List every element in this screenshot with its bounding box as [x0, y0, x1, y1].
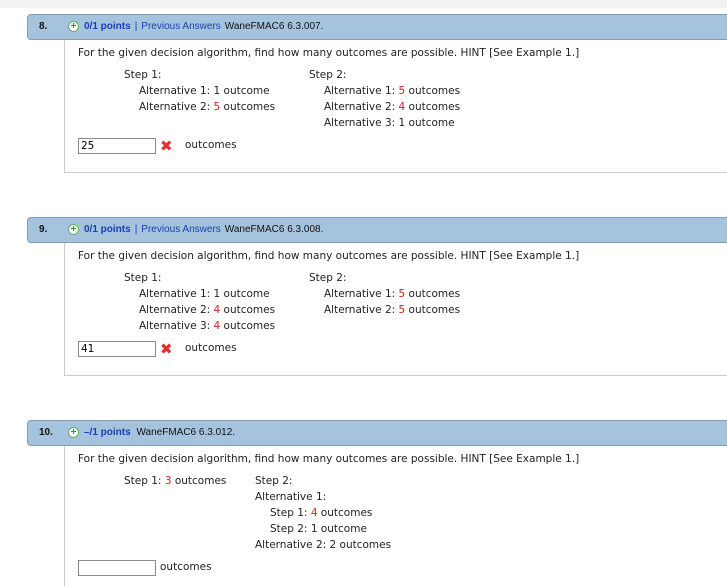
incorrect-x-icon: ✖ [160, 137, 173, 155]
alternative-row: Alternative 3: 1 outcome [324, 117, 455, 129]
alternative-row: Alternative 2: 4 outcomes [324, 101, 461, 113]
separator: | [134, 21, 138, 32]
question-header: 9. + 0/1 points | Previous Answers WaneFMAC… [27, 217, 727, 243]
unit-label: outcomes [160, 561, 212, 573]
question-number: 9. [39, 224, 48, 235]
prompt: For the given decision algorithm, find h… [78, 453, 580, 465]
question-body: For the given decision algorithm, find h… [64, 40, 727, 173]
answer-input[interactable] [78, 560, 156, 576]
alternative-row: Alternative 2: 4 outcomes [139, 304, 276, 316]
step-1-label: Step 1: [124, 272, 162, 284]
question-number: 8. [39, 21, 48, 32]
question-header: 10. + –/1 points WaneFMAC6 6.3.012. [27, 420, 727, 446]
top-bar [0, 0, 727, 8]
incorrect-x-icon: ✖ [160, 340, 173, 358]
step-1: Step 1: 3 outcomes [124, 475, 227, 487]
question-header: 8. + 0/1 points | Previous Answers WaneFMAC… [27, 14, 727, 40]
step-1-label: Step 1: [124, 69, 162, 81]
alternative-2: Alternative 2: 2 outcomes [255, 539, 392, 551]
alternative-row: Alternative 1: 1 outcome [139, 85, 270, 97]
unit-label: outcomes [185, 139, 237, 151]
prompt: For the given decision algorithm, find h… [78, 47, 580, 59]
alternative-row: Step 1: 4 outcomes [270, 507, 373, 519]
previous-answers-link[interactable]: Previous Answers [141, 21, 220, 32]
alternative-row: Alternative 2: 5 outcomes [324, 304, 461, 316]
question-body: For the given decision algorithm, find h… [64, 243, 727, 376]
source: WaneFMAC6 6.3.007. [224, 21, 324, 32]
alternative-1-label: Alternative 1: [255, 491, 327, 503]
alternative-row: Alternative 1: 5 outcomes [324, 85, 461, 97]
expand-plus-icon[interactable]: + [68, 21, 79, 32]
question-number: 10. [39, 427, 53, 438]
points: 0/1 points [84, 21, 131, 32]
source: WaneFMAC6 6.3.008. [224, 224, 324, 235]
alternative-row: Alternative 1: 5 outcomes [324, 288, 461, 300]
step-2-label: Step 2: [309, 69, 347, 81]
expand-plus-icon[interactable]: + [68, 427, 79, 438]
alternative-row: Alternative 1: 1 outcome [139, 288, 270, 300]
points: –/1 points [84, 427, 131, 438]
step-2-label: Step 2: [255, 475, 293, 487]
question-body: For the given decision algorithm, find h… [64, 446, 727, 586]
previous-answers-link[interactable]: Previous Answers [141, 224, 220, 235]
source: WaneFMAC6 6.3.012. [136, 427, 236, 438]
points: 0/1 points [84, 224, 131, 235]
separator: | [134, 224, 138, 235]
step-2-label: Step 2: [309, 272, 347, 284]
alternative-row: Alternative 2: 5 outcomes [139, 101, 276, 113]
answer-input[interactable] [78, 341, 156, 357]
answer-input[interactable] [78, 138, 156, 154]
alternative-row: Step 2: 1 outcome [270, 523, 367, 535]
unit-label: outcomes [185, 342, 237, 354]
prompt: For the given decision algorithm, find h… [78, 250, 580, 262]
alternative-row: Alternative 3: 4 outcomes [139, 320, 276, 332]
expand-plus-icon[interactable]: + [68, 224, 79, 235]
